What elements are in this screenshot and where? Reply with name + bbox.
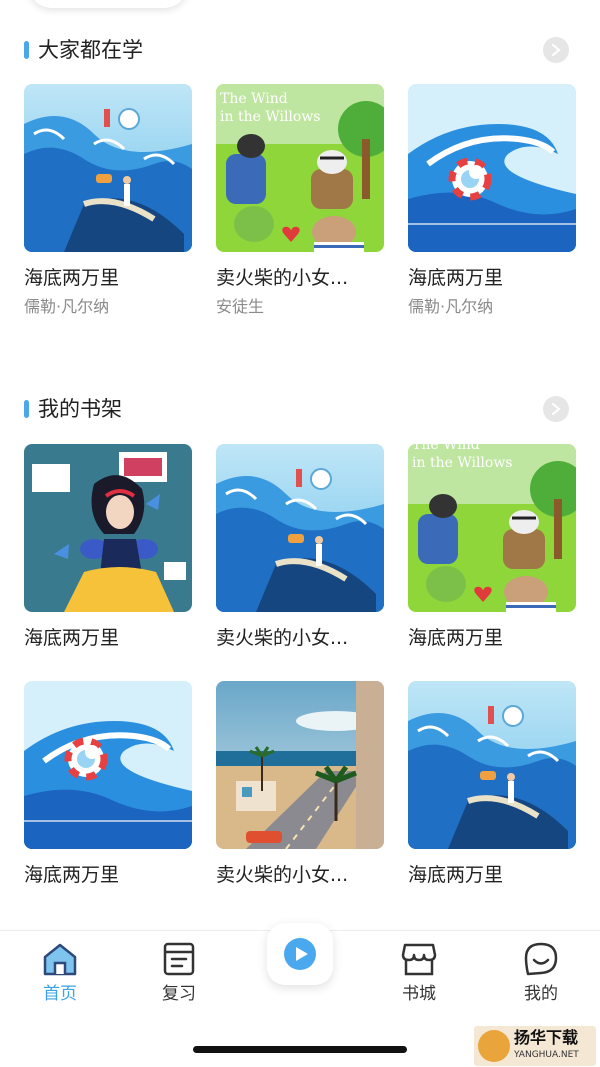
book-title: 海底两万里	[24, 627, 120, 649]
book-title: 海底两万里	[408, 267, 504, 289]
book-cover-wave-lifebuoy[interactable]	[24, 681, 192, 849]
book-card[interactable]: 海底两万里	[24, 681, 192, 889]
book-card[interactable]: The Wind in the Willows 卖火柴的小女... 安徒生	[216, 84, 384, 318]
book-title: 海底两万里	[408, 627, 504, 649]
tab-label: 首页	[43, 984, 77, 1004]
book-author: 儒勒·凡尔纳	[24, 297, 110, 316]
book-cover-ocean-ship[interactable]	[24, 84, 192, 252]
book-card[interactable]: 海底两万里 儒勒·凡尔纳	[24, 84, 192, 318]
tab-profile[interactable]: 我的	[496, 941, 586, 1011]
cover-title-line1: The Wind	[220, 91, 288, 107]
top-card-remnant	[28, 0, 188, 8]
section-title: 我的书架	[38, 397, 122, 421]
book-card[interactable]: 海底两万里	[24, 444, 192, 652]
profile-icon	[524, 942, 558, 976]
play-button[interactable]	[267, 923, 333, 985]
book-title: 卖火柴的小女...	[216, 267, 349, 289]
review-icon	[163, 942, 195, 976]
book-cover-wave-lifebuoy[interactable]	[408, 84, 576, 252]
watermark-name: 扬华下载	[514, 1028, 579, 1047]
book-cover-ocean-ship[interactable]	[408, 681, 576, 849]
section-title: 大家都在学	[38, 38, 143, 62]
book-title: 海底两万里	[24, 267, 120, 289]
book-author: 安徒生	[216, 297, 265, 316]
watermark-logo-icon	[478, 1030, 510, 1062]
cover-title-line2: in the Willows	[412, 455, 513, 471]
book-card[interactable]: 海底两万里	[408, 681, 576, 889]
book-card[interactable]: The Wind in the Willows 海底两万里	[408, 444, 576, 652]
cover-title-line2: in the Willows	[220, 109, 321, 125]
book-title: 卖火柴的小女...	[216, 864, 349, 886]
play-icon	[284, 938, 316, 970]
chevron-right-icon[interactable]	[543, 37, 569, 63]
book-card[interactable]: 海底两万里 儒勒·凡尔纳	[408, 84, 576, 318]
book-cover-ocean-ship[interactable]	[216, 444, 384, 612]
tab-label: 我的	[524, 984, 558, 1004]
book-title: 海底两万里	[408, 864, 504, 886]
tab-label: 书城	[402, 984, 436, 1004]
book-author: 儒勒·凡尔纳	[408, 297, 494, 316]
section-accent-bar	[24, 41, 29, 59]
book-cover-beach-street[interactable]	[216, 681, 384, 849]
book-title: 卖火柴的小女...	[216, 627, 349, 649]
tab-review[interactable]: 复习	[134, 941, 224, 1011]
tab-store[interactable]: 书城	[374, 941, 464, 1011]
cover-title-line1: The Wind	[412, 444, 480, 453]
book-title: 海底两万里	[24, 864, 120, 886]
chevron-right-icon[interactable]	[543, 396, 569, 422]
tab-home[interactable]: 首页	[15, 941, 105, 1011]
book-card[interactable]: 卖火柴的小女...	[216, 444, 384, 652]
section-header-bookshelf: 我的书架	[0, 389, 600, 429]
section-header-popular: 大家都在学	[0, 30, 600, 70]
book-cover-wind-willows[interactable]: The Wind in the Willows	[408, 444, 576, 612]
home-indicator	[193, 1046, 407, 1053]
store-icon	[401, 943, 437, 976]
watermark-url: YANGHUA.NET	[514, 1050, 579, 1060]
home-icon	[43, 943, 77, 976]
tab-label: 复习	[162, 984, 196, 1004]
watermark: 扬华下载 YANGHUA.NET	[474, 1026, 596, 1066]
section-accent-bar	[24, 400, 29, 418]
book-cover-wind-willows[interactable]: The Wind in the Willows	[216, 84, 384, 252]
book-cover-snow-white[interactable]	[24, 444, 192, 612]
book-card[interactable]: 卖火柴的小女...	[216, 681, 384, 889]
